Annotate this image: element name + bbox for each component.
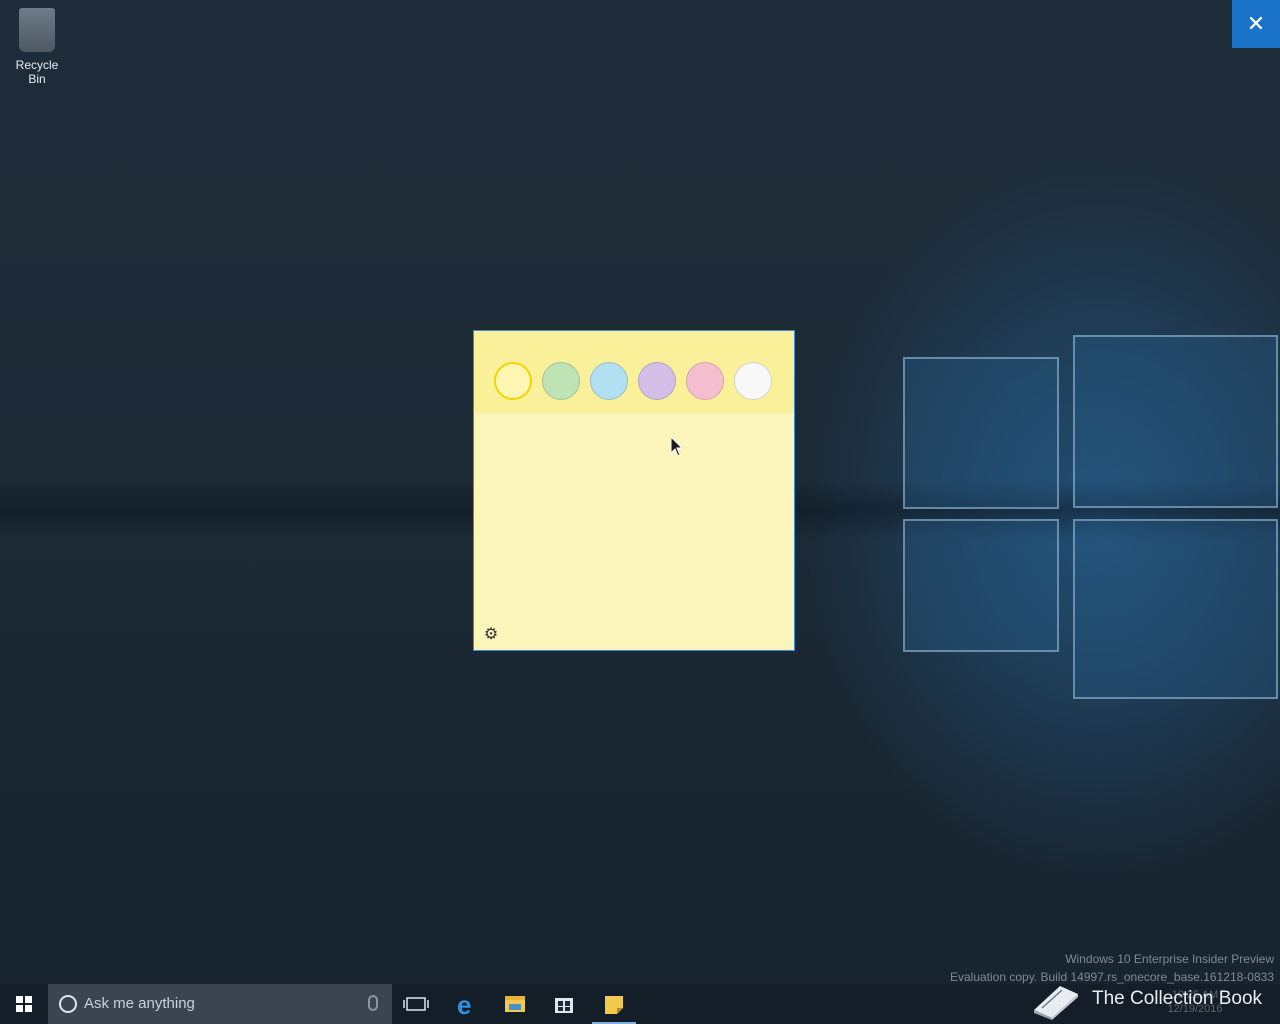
cortana-search-box[interactable]: Ask me anything bbox=[48, 984, 392, 1024]
brand-watermark: The Collection Book bbox=[1030, 976, 1280, 1024]
edge-icon: e bbox=[457, 990, 471, 1020]
note-text-area[interactable] bbox=[474, 413, 794, 650]
file-explorer-icon bbox=[505, 996, 525, 1012]
recycle-bin[interactable]: Recycle Bin bbox=[6, 8, 68, 86]
store-icon bbox=[555, 998, 573, 1013]
windows-logo-pane bbox=[1073, 335, 1278, 508]
sticky-note[interactable]: ⚙ bbox=[473, 330, 795, 651]
note-color-menu bbox=[474, 331, 794, 413]
settings-icon[interactable]: ⚙ bbox=[482, 626, 500, 644]
mouse-cursor-icon bbox=[670, 436, 684, 457]
sticky-notes-button[interactable] bbox=[590, 984, 638, 1024]
file-explorer-button[interactable] bbox=[491, 984, 539, 1024]
watermark-line-1: Windows 10 Enterprise Insider Preview bbox=[1065, 952, 1274, 966]
microphone-icon[interactable] bbox=[368, 995, 378, 1011]
color-swatch-yellow[interactable] bbox=[494, 362, 532, 400]
task-view-icon bbox=[403, 997, 429, 1011]
start-button[interactable] bbox=[0, 984, 48, 1024]
cortana-icon bbox=[59, 995, 77, 1013]
recycle-bin-icon bbox=[19, 8, 55, 52]
windows-logo-pane bbox=[903, 519, 1059, 652]
color-swatch-white[interactable] bbox=[734, 362, 772, 400]
close-icon: ✕ bbox=[1246, 11, 1266, 36]
book-icon bbox=[1034, 986, 1078, 1020]
color-swatch-green[interactable] bbox=[542, 362, 580, 400]
task-view-button[interactable] bbox=[392, 984, 440, 1024]
windows-start-icon bbox=[16, 996, 32, 1012]
windows-logo-pane bbox=[1073, 519, 1278, 699]
close-button[interactable]: ✕ bbox=[1232, 0, 1280, 48]
color-swatch-purple[interactable] bbox=[638, 362, 676, 400]
svg-text:e: e bbox=[457, 990, 471, 1020]
color-swatch-pink[interactable] bbox=[686, 362, 724, 400]
store-button[interactable] bbox=[540, 984, 588, 1024]
brand-label: The Collection Book bbox=[1092, 988, 1263, 1009]
edge-button[interactable]: e bbox=[443, 984, 491, 1024]
recycle-bin-label: Recycle Bin bbox=[15, 58, 59, 86]
sticky-notes-icon bbox=[605, 996, 623, 1014]
windows-logo-pane bbox=[903, 357, 1059, 509]
search-placeholder: Ask me anything bbox=[84, 995, 195, 1012]
color-swatch-blue[interactable] bbox=[590, 362, 628, 400]
